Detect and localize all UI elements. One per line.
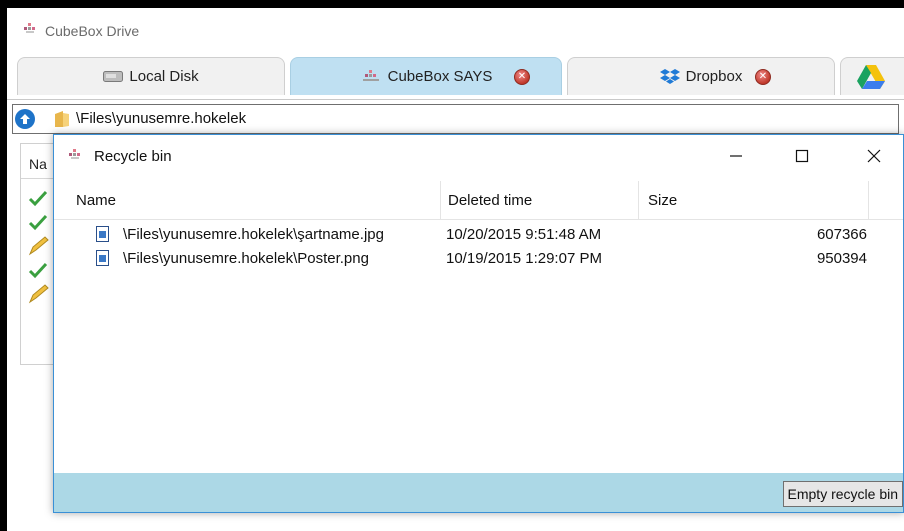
minimize-icon[interactable] xyxy=(724,145,748,167)
cubebox-logo-icon xyxy=(69,149,80,159)
column-header-name[interactable]: Name xyxy=(76,192,116,209)
column-divider[interactable] xyxy=(638,181,639,219)
list-header-name: Na xyxy=(29,156,47,172)
check-icon xyxy=(28,190,48,207)
address-bar[interactable]: \Files\yunusemre.hokelek xyxy=(12,104,899,134)
pencil-icon xyxy=(28,284,49,304)
folder-icon xyxy=(55,111,69,127)
google-drive-icon xyxy=(857,65,885,89)
cubebox-logo-icon xyxy=(24,23,35,33)
image-file-icon xyxy=(96,250,109,266)
check-icon xyxy=(28,262,48,279)
file-size: 950394 xyxy=(816,250,867,267)
tab-strip: Local Disk CubeBox SAYS ✕ Dropbox ✕ xyxy=(7,53,904,100)
deleted-time: 10/19/2015 1:29:07 PM xyxy=(446,250,602,267)
title-bar: CubeBox Drive xyxy=(7,8,904,52)
up-arrow-icon[interactable] xyxy=(15,109,35,129)
tab-google-drive[interactable] xyxy=(840,57,904,95)
close-tab-icon[interactable]: ✕ xyxy=(755,69,771,85)
pencil-icon xyxy=(28,236,49,256)
column-divider[interactable] xyxy=(440,181,441,219)
tab-label: CubeBox SAYS xyxy=(387,68,493,85)
app-title: CubeBox Drive xyxy=(45,23,140,39)
tab-dropbox[interactable]: Dropbox ✕ xyxy=(567,57,835,95)
deleted-time: 10/20/2015 9:51:48 AM xyxy=(446,226,602,243)
column-header-size[interactable]: Size xyxy=(648,192,677,209)
close-icon[interactable] xyxy=(862,145,886,167)
table-row[interactable]: \Files\yunusemre.hokelek\Poster.png 10/1… xyxy=(54,248,903,270)
table-row[interactable]: \Files\yunusemre.hokelek\şartname.jpg 10… xyxy=(54,224,903,246)
recycle-bin-dialog: Recycle bin Name Deleted time Size \File… xyxy=(53,134,904,513)
empty-recycle-bin-button[interactable]: Empty recycle bin xyxy=(782,481,903,507)
file-size: 607366 xyxy=(816,226,867,243)
cubebox-logo-icon xyxy=(362,69,379,81)
tab-cubebox-says[interactable]: CubeBox SAYS ✕ xyxy=(290,57,562,95)
file-name: \Files\yunusemre.hokelek\Poster.png xyxy=(123,250,369,267)
dialog-footer: Empty recycle bin xyxy=(54,473,903,512)
table-header: Name Deleted time Size xyxy=(54,181,903,220)
tab-label: Dropbox xyxy=(685,68,743,85)
dropbox-icon xyxy=(659,68,680,84)
column-divider[interactable] xyxy=(868,181,869,219)
check-icon xyxy=(28,214,48,231)
close-tab-icon[interactable]: ✕ xyxy=(514,69,530,85)
drive-icon xyxy=(103,71,124,82)
dialog-title: Recycle bin xyxy=(94,148,172,165)
path-text: \Files\yunusemre.hokelek xyxy=(76,110,247,127)
column-header-deleted-time[interactable]: Deleted time xyxy=(448,192,532,209)
image-file-icon xyxy=(96,226,109,242)
dialog-title-bar: Recycle bin xyxy=(54,135,903,179)
tab-label: Local Disk xyxy=(129,68,199,85)
file-name: \Files\yunusemre.hokelek\şartname.jpg xyxy=(123,226,384,243)
maximize-icon[interactable] xyxy=(790,145,814,167)
tab-local-disk[interactable]: Local Disk xyxy=(17,57,285,95)
